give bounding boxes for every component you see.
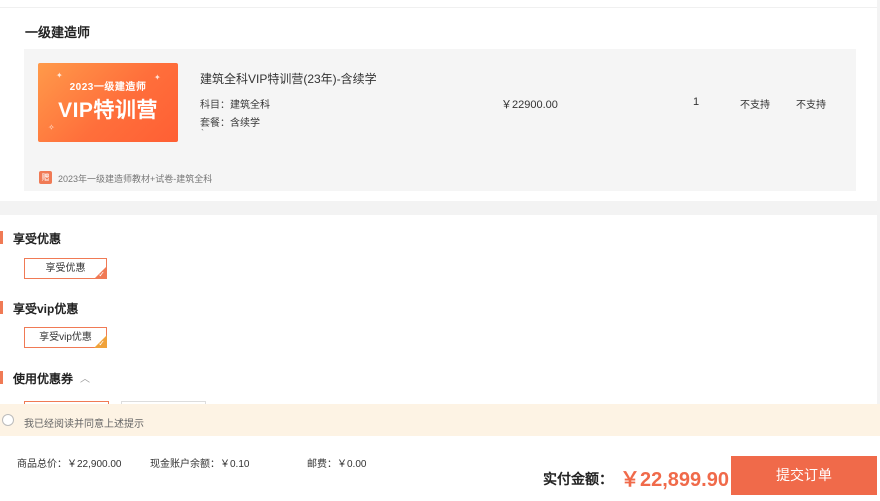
- enjoy-discount-title: 享受优惠: [13, 232, 62, 246]
- product-subject: 科目：建筑全科: [200, 96, 270, 111]
- stray-mark: `: [201, 128, 204, 138]
- vip-discount-option[interactable]: 享受vip优惠 ✓: [24, 327, 107, 348]
- shipping-fee-label: 邮费：: [307, 459, 337, 470]
- sparkle-icon: ✧: [48, 123, 55, 132]
- goods-total-value: ￥22,900.00: [67, 459, 122, 470]
- gift-icon: 赠: [39, 171, 52, 184]
- goods-total: 商品总价：￥22,900.00: [17, 455, 122, 470]
- checkout-footer: 商品总价：￥22,900.00 现金账户余额：￥0.10 邮费：￥0.00 实付…: [0, 436, 880, 501]
- cash-balance: 现金账户余额：￥0.10: [150, 455, 249, 470]
- vip-discount-title: 享受vip优惠: [13, 302, 79, 316]
- product-title[interactable]: 建筑全科VIP特训营(23年)-含续学: [200, 70, 377, 87]
- check-icon: ✓: [98, 339, 105, 348]
- pay-amount-value: ￥22,899.90: [620, 469, 729, 491]
- submit-order-button[interactable]: 提交订单: [731, 456, 877, 495]
- agreement-text[interactable]: 我已经阅读并同意上述提示: [24, 415, 144, 430]
- enjoy-discount-option[interactable]: 享受优惠 ✓: [24, 258, 107, 279]
- package-value: 含续学: [230, 118, 260, 129]
- vip-discount-label: 享受vip优惠: [39, 332, 92, 343]
- product-package: 套餐：含续学: [200, 114, 260, 129]
- package-label: 套餐：: [200, 118, 230, 129]
- product-price: ￥22900.00: [501, 99, 558, 111]
- section-accent-bar: [0, 231, 3, 244]
- discount-card: 享受优惠 享受优惠 ✓ 享受vip优惠 享受vip优惠 ✓ 使用优惠券 ︿: [0, 215, 877, 417]
- section-accent-bar: [0, 371, 3, 384]
- chevron-up-icon[interactable]: ︿: [80, 370, 90, 385]
- cash-balance-value: ￥0.10: [220, 459, 250, 470]
- agreement-bar: 我已经阅读并同意上述提示: [0, 404, 880, 436]
- coupon-title: 使用优惠券: [13, 372, 74, 386]
- order-card: 一级建造师 ✦ ✦ ✧ 2023一级建造师 VIP特训营 建筑全科VIP特训营(…: [0, 0, 877, 201]
- product-quantity: 1: [693, 96, 700, 108]
- subject-label: 科目：: [200, 100, 230, 111]
- subject-value: 建筑全科: [230, 100, 270, 111]
- product-thumbnail[interactable]: ✦ ✦ ✧ 2023一级建造师 VIP特训营: [38, 63, 178, 142]
- thumbnail-headline: VIP特训营: [58, 99, 158, 122]
- section-title: 一级建造师: [25, 25, 91, 40]
- pay-amount-label: 实付金额：: [543, 471, 613, 487]
- agreement-radio[interactable]: [2, 414, 14, 426]
- section-accent-bar: [0, 301, 3, 314]
- cash-balance-label: 现金账户余额：: [150, 459, 220, 470]
- gift-description: 2023年一级建造师教材+试卷-建筑全科: [58, 174, 213, 184]
- shipping-fee-value: ￥0.00: [337, 459, 367, 470]
- check-icon: ✓: [98, 270, 105, 279]
- enjoy-discount-label: 享受优惠: [45, 263, 86, 274]
- product-row: ✦ ✦ ✧ 2023一级建造师 VIP特训营 建筑全科VIP特训营(23年)-含…: [24, 49, 856, 191]
- goods-total-label: 商品总价：: [17, 459, 67, 470]
- support-status-1: 不支持: [740, 100, 770, 111]
- support-status-2: 不支持: [796, 100, 826, 111]
- divider: [0, 7, 877, 8]
- shipping-fee: 邮费：￥0.00: [307, 455, 366, 470]
- thumbnail-caption: 2023一级建造师: [69, 82, 147, 93]
